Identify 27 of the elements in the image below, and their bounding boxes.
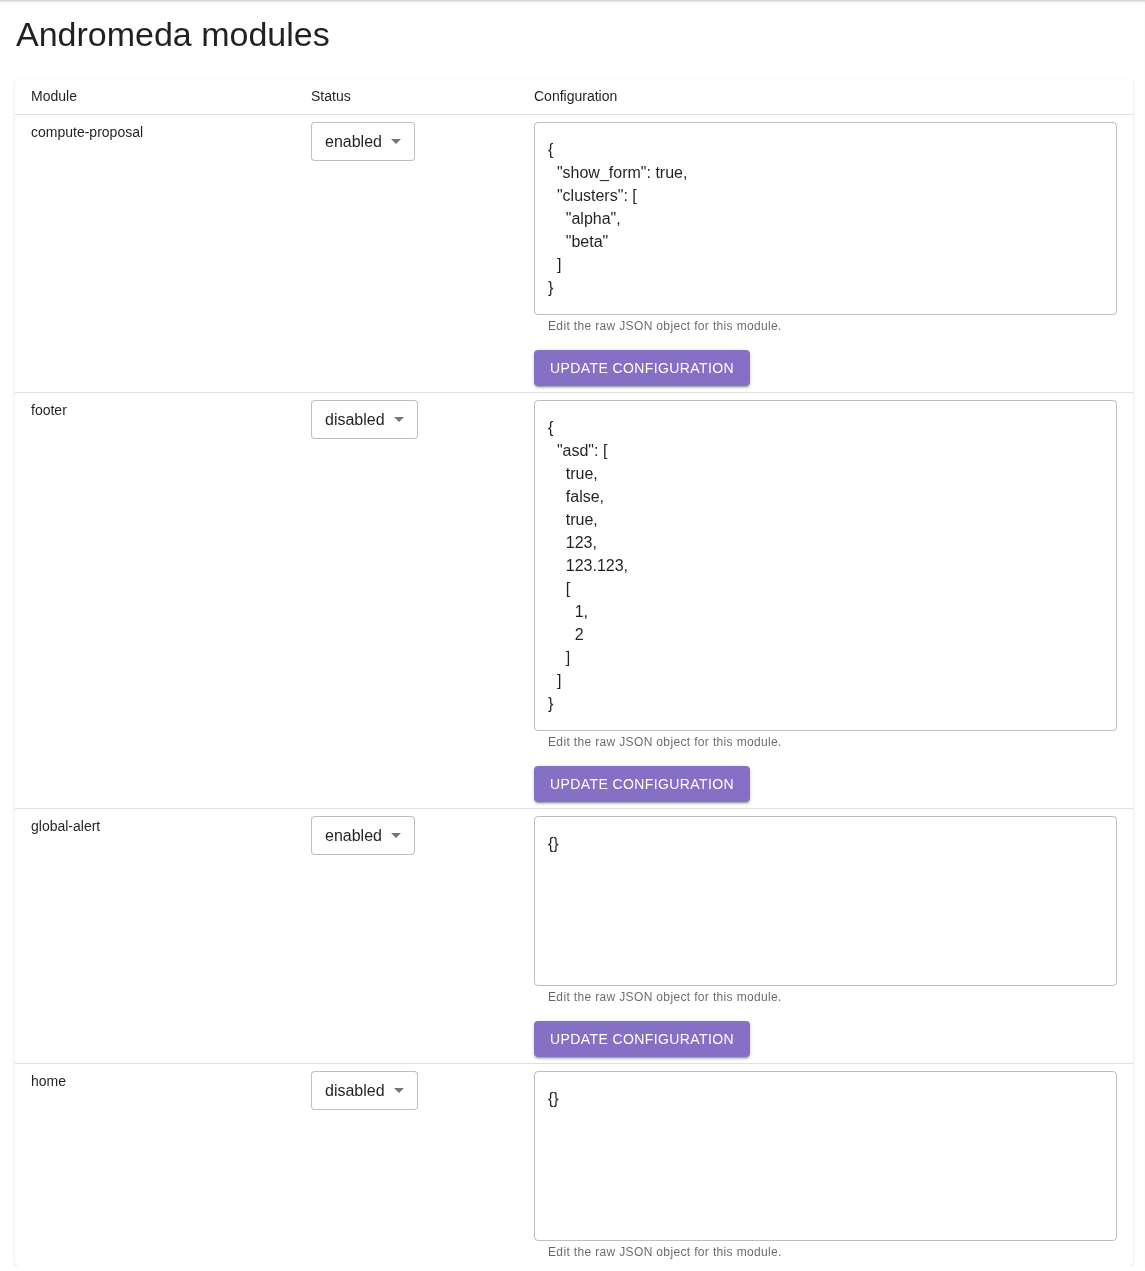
update-configuration-button[interactable]: UPDATE CONFIGURATION — [534, 766, 751, 802]
module-name: compute-proposal — [31, 123, 144, 142]
caret-icon — [393, 1088, 404, 1093]
status-select[interactable]: enabled — [311, 816, 415, 855]
column-header: Status — [311, 87, 351, 106]
column-header: Module — [31, 87, 77, 106]
update-configuration-button[interactable]: UPDATE CONFIGURATION — [534, 1021, 751, 1057]
module-name: global-alert — [31, 817, 101, 836]
caret-icon — [390, 833, 401, 838]
helper-text: Edit the raw JSON object for this module. — [548, 734, 782, 750]
status-select[interactable]: enabled — [311, 122, 415, 161]
json-textarea[interactable]: {} — [534, 1071, 1117, 1241]
update-configuration-button[interactable]: UPDATE CONFIGURATION — [534, 350, 751, 386]
status-select[interactable]: disabled — [311, 1071, 418, 1110]
page-title: Andromeda modules — [16, 14, 331, 55]
json-textarea[interactable]: { "asd": [ true, false, true, 123, 123.123, [ 1, 2 ] ] } — [534, 400, 1117, 731]
json-textarea[interactable]: {} — [534, 816, 1117, 986]
caret-icon — [393, 417, 404, 422]
status-select[interactable]: disabled — [311, 400, 418, 439]
helper-text: Edit the raw JSON object for this module. — [548, 1244, 782, 1260]
caret-icon — [390, 139, 401, 144]
helper-text: Edit the raw JSON object for this module. — [548, 989, 782, 1005]
column-header: Configuration — [534, 87, 618, 106]
module-name: home — [31, 1072, 67, 1091]
json-textarea[interactable]: { "show_form": true, "clusters": [ "alpha", "beta" ] } — [534, 122, 1117, 315]
helper-text: Edit the raw JSON object for this module. — [548, 318, 782, 334]
module-name: footer — [31, 401, 67, 420]
